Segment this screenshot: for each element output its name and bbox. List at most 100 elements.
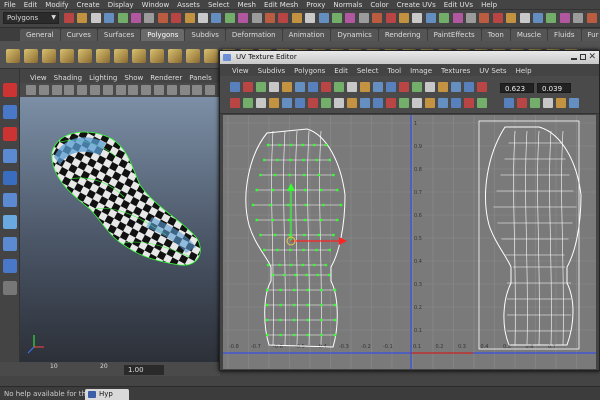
- status-tool-icon[interactable]: [586, 13, 597, 23]
- uv-tool-icon[interactable]: [425, 82, 435, 92]
- uv-menu-item[interactable]: Textures: [441, 67, 470, 75]
- uv-tool-icon[interactable]: [438, 82, 448, 92]
- status-tool-icon[interactable]: [305, 13, 316, 23]
- uv-menu-item[interactable]: Edit: [334, 67, 348, 75]
- checker-mesh[interactable]: [51, 131, 201, 266]
- uv-tool-icon[interactable]: [477, 82, 487, 92]
- status-tool-icon[interactable]: [171, 13, 182, 23]
- uv-tool-icon[interactable]: [347, 82, 357, 92]
- uv-tool-icon[interactable]: [543, 98, 553, 108]
- status-tool-icon[interactable]: [345, 13, 356, 23]
- panel-menu-item[interactable]: Show: [124, 74, 143, 82]
- shelf-tab[interactable]: Polygons: [141, 29, 185, 41]
- menu-item[interactable]: Create: [76, 1, 99, 9]
- uv-tool-icon[interactable]: [295, 82, 305, 92]
- status-tool-icon[interactable]: [291, 13, 302, 23]
- status-tool-icon[interactable]: [90, 13, 101, 23]
- status-tool-icon[interactable]: [385, 13, 396, 23]
- shelf-tool-icon[interactable]: [6, 49, 20, 63]
- uv-tool-icon[interactable]: [282, 82, 292, 92]
- uv-tool-icon[interactable]: [438, 98, 448, 108]
- status-tool-icon[interactable]: [144, 13, 155, 23]
- shelf-tab[interactable]: Fur: [581, 29, 600, 41]
- panel-tool-icon[interactable]: [26, 85, 36, 95]
- menu-item[interactable]: Create UVs: [397, 1, 436, 9]
- tool-icon[interactable]: [3, 259, 17, 273]
- panel-tool-icon[interactable]: [179, 85, 190, 95]
- hypershade-taskbar-tab[interactable]: Hyp: [85, 389, 129, 400]
- uv-tool-icon[interactable]: [425, 98, 435, 108]
- close-icon[interactable]: ✕: [588, 51, 596, 64]
- uv-tool-icon[interactable]: [334, 82, 344, 92]
- status-tool-icon[interactable]: [184, 13, 195, 23]
- status-tool-icon[interactable]: [466, 13, 476, 23]
- menu-item[interactable]: Assets: [177, 1, 200, 9]
- status-tool-icon[interactable]: [479, 13, 490, 23]
- menu-item[interactable]: Modify: [45, 1, 68, 9]
- perspective-viewport[interactable]: [20, 97, 220, 362]
- v-coordinate-field[interactable]: 0.039: [537, 83, 571, 93]
- panel-tool-icon[interactable]: [90, 85, 100, 95]
- uv-tool-icon[interactable]: [373, 82, 383, 92]
- panel-tool-icon[interactable]: [192, 85, 203, 95]
- shelf-tool-icon[interactable]: [78, 49, 92, 63]
- status-tool-icon[interactable]: [358, 13, 369, 23]
- panel-tool-icon[interactable]: [77, 85, 88, 95]
- uv-menu-item[interactable]: UV Sets: [479, 67, 506, 75]
- uv-editor-canvas[interactable]: 1 0.9 0.8 0.7 0.6 0.5 0.4 0.3 0.2 0.1 -0.8 -0.7 -0.6…: [223, 115, 596, 369]
- panel-tool-icon[interactable]: [205, 85, 216, 95]
- u-coordinate-field[interactable]: 0.623: [500, 83, 534, 93]
- shelf-tool-icon[interactable]: [96, 49, 110, 63]
- uv-tool-icon[interactable]: [360, 98, 370, 108]
- shelf-tool-icon[interactable]: [168, 49, 182, 63]
- shelf-tab[interactable]: Rendering: [378, 29, 427, 41]
- uv-tool-icon[interactable]: [269, 98, 279, 108]
- status-tool-icon[interactable]: [559, 13, 570, 23]
- panel-tool-icon[interactable]: [38, 85, 49, 95]
- uv-tool-icon[interactable]: [386, 82, 396, 92]
- tool-icon[interactable]: [3, 105, 17, 119]
- menu-item[interactable]: Help: [481, 1, 497, 9]
- maximize-icon[interactable]: [580, 54, 586, 60]
- uv-tool-icon[interactable]: [334, 98, 344, 108]
- status-tool-icon[interactable]: [211, 13, 222, 23]
- status-tool-icon[interactable]: [546, 13, 557, 23]
- panel-menu-item[interactable]: Renderer: [150, 74, 182, 82]
- panel-tool-icon[interactable]: [102, 85, 113, 95]
- uv-tool-icon[interactable]: [295, 98, 305, 108]
- tool-icon[interactable]: [3, 149, 17, 163]
- panel-menu-item[interactable]: Panels: [189, 74, 212, 82]
- uv-tool-icon[interactable]: [360, 82, 370, 92]
- status-tool-icon[interactable]: [439, 13, 450, 23]
- uv-texture-editor-window[interactable]: UV Texture Editor ✕ View Subdivs Polygons E…: [219, 50, 600, 371]
- uv-tool-icon[interactable]: [464, 98, 474, 108]
- uv-tool-icon[interactable]: [399, 98, 409, 108]
- shelf-tool-icon[interactable]: [24, 49, 38, 63]
- status-tool-icon[interactable]: [519, 13, 530, 23]
- uv-tool-icon[interactable]: [530, 98, 540, 108]
- shelf-tab[interactable]: Toon: [481, 29, 510, 41]
- current-time-field[interactable]: 1.00: [124, 365, 164, 375]
- status-tool-icon[interactable]: [506, 13, 517, 23]
- menu-item[interactable]: Window: [142, 1, 170, 9]
- uv-tool-icon[interactable]: [230, 98, 240, 108]
- panel-tool-icon[interactable]: [154, 85, 164, 95]
- status-tool-icon[interactable]: [64, 13, 74, 23]
- status-tool-icon[interactable]: [372, 13, 383, 23]
- uv-tool-icon[interactable]: [308, 82, 318, 92]
- menu-item[interactable]: Edit UVs: [444, 1, 473, 9]
- shelf-tab[interactable]: General: [20, 29, 60, 41]
- status-tool-icon[interactable]: [77, 13, 88, 23]
- uv-tool-icon[interactable]: [373, 98, 383, 108]
- status-tool-icon[interactable]: [533, 13, 543, 23]
- tool-icon[interactable]: [3, 193, 17, 207]
- panel-menu-item[interactable]: Lighting: [89, 74, 117, 82]
- uv-tool-icon[interactable]: [269, 82, 279, 92]
- shelf-tool-icon[interactable]: [132, 49, 146, 63]
- status-tool-icon[interactable]: [251, 13, 262, 23]
- status-tool-icon[interactable]: [117, 13, 128, 23]
- menu-item[interactable]: Color: [370, 1, 388, 9]
- uv-tool-icon[interactable]: [243, 82, 253, 92]
- panel-tool-icon[interactable]: [115, 85, 126, 95]
- uv-tool-icon[interactable]: [256, 82, 266, 92]
